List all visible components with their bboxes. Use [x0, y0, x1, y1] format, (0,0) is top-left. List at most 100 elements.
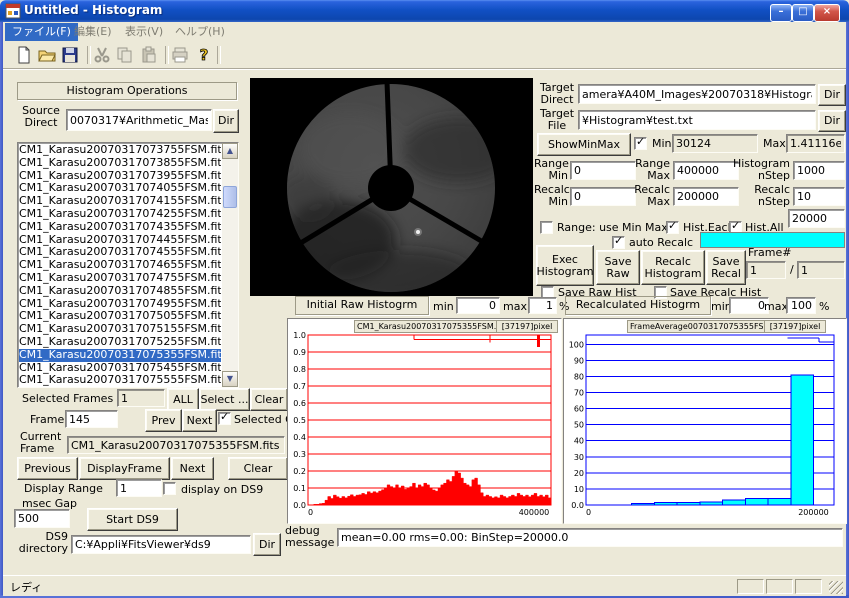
recalc-min-header-input[interactable] — [729, 297, 769, 314]
recalc-max-header-input[interactable] — [786, 297, 816, 314]
save-recal-button[interactable]: Save Recal — [706, 250, 746, 285]
open-folder-icon[interactable] — [38, 46, 56, 64]
target-direct-input[interactable] — [578, 84, 816, 104]
display-frame-button[interactable]: DisplayFrame — [79, 457, 170, 480]
close-button[interactable]: × — [814, 4, 840, 22]
clear-selection-button[interactable]: Clear — [250, 388, 288, 411]
recalc-nstep-input[interactable] — [793, 187, 845, 206]
target-direct-dir-button[interactable]: Dir — [818, 84, 846, 106]
prev-frame-button[interactable]: Prev — [145, 409, 182, 432]
selected-only-checkbox[interactable] — [218, 412, 231, 425]
copy-icon[interactable] — [116, 46, 134, 64]
target-direct-label: Target Direct — [538, 82, 576, 106]
show-minmax-button[interactable]: ShowMinMax — [537, 133, 631, 156]
current-frame-label: Current Frame — [20, 431, 66, 455]
svg-text:100: 100 — [569, 340, 584, 349]
file-list-scrollbar[interactable]: ▲ ▼ — [222, 143, 238, 387]
save-icon[interactable] — [61, 46, 79, 64]
file-list-item[interactable]: CM1_Karasu20070317074755FSM.fits — [19, 272, 221, 285]
frame-number-input[interactable] — [65, 410, 118, 428]
ds9-directory-input[interactable] — [71, 535, 251, 554]
hist-each-checkbox[interactable] — [666, 221, 679, 234]
frame-counter-separator: / — [790, 263, 794, 276]
target-file-input[interactable] — [578, 110, 816, 130]
paste-icon[interactable] — [140, 46, 158, 64]
svg-text:0.6: 0.6 — [293, 399, 306, 408]
svg-text:30: 30 — [574, 453, 584, 462]
file-list-item[interactable]: CM1_Karasu20070317073855FSM.fits — [19, 157, 221, 170]
menu-view[interactable]: 表示(V) — [118, 23, 170, 41]
display-range-label: Display Range — [24, 482, 103, 495]
save-raw-button[interactable]: Save Raw — [596, 250, 640, 285]
toolbar-separator — [217, 46, 221, 64]
print-icon[interactable] — [171, 46, 189, 64]
source-dir-button[interactable]: Dir — [213, 109, 239, 133]
file-list-item[interactable]: CM1_Karasu20070317074255FSM.fits — [19, 208, 221, 221]
menu-help[interactable]: ヘルプ(H) — [168, 23, 232, 41]
cut-icon[interactable] — [93, 46, 111, 64]
range-use-minmax-label: Range: use Min Max — [557, 221, 668, 234]
help-icon[interactable]: ? — [195, 46, 213, 64]
status-bar: レディ — [3, 575, 846, 596]
clear-display-button[interactable]: Clear — [228, 457, 288, 480]
file-list-item[interactable]: CM1_Karasu20070317074355FSM.fits — [19, 221, 221, 234]
menu-edit[interactable]: 編集(E) — [67, 23, 119, 41]
msec-gap-input[interactable] — [14, 509, 70, 528]
ds9-directory-label: DS9 directory — [18, 531, 68, 555]
recalc-min-input[interactable] — [570, 187, 636, 206]
min-value[interactable] — [672, 134, 758, 153]
display-range-input[interactable] — [116, 479, 162, 497]
frame-counter-value[interactable] — [746, 261, 786, 279]
scroll-thumb[interactable] — [223, 186, 237, 208]
show-minmax-checkbox[interactable] — [634, 137, 647, 150]
app-icon — [5, 3, 21, 19]
debug-message-value[interactable] — [337, 528, 843, 547]
range-use-minmax-checkbox[interactable] — [540, 221, 553, 234]
file-list-item[interactable]: CM1_Karasu20070317075255FSM.fits — [19, 336, 221, 349]
file-list-item[interactable]: CM1_Karasu20070317075355FSM.fits — [19, 349, 221, 362]
status-panel — [766, 579, 793, 594]
scroll-up-icon[interactable]: ▲ — [222, 143, 238, 159]
menu-bar: ファイル(F) 編集(E) 表示(V) ヘルプ(H) — [3, 22, 846, 42]
svg-text:0.5: 0.5 — [293, 416, 306, 425]
raw-min-input[interactable] — [456, 297, 500, 314]
start-ds9-button[interactable]: Start DS9 — [87, 508, 178, 531]
file-list-item[interactable]: CM1_Karasu20070317075555FSM.fits — [19, 374, 221, 386]
selected-frames-value[interactable] — [117, 389, 165, 407]
display-on-ds9-checkbox[interactable] — [163, 482, 176, 495]
auto-recalc-checkbox[interactable] — [612, 236, 625, 249]
minimize-button[interactable]: – — [770, 4, 792, 22]
next-frame-button[interactable]: Next — [182, 409, 217, 432]
scroll-down-icon[interactable]: ▼ — [222, 371, 238, 387]
source-direct-input[interactable] — [66, 109, 212, 131]
svg-text:0: 0 — [586, 508, 591, 517]
recalc-percent-label: % — [819, 300, 829, 313]
bin-step-value[interactable] — [788, 209, 845, 228]
svg-text:0.4: 0.4 — [293, 433, 306, 442]
recalc-histogram-button[interactable]: Recalc Histogram — [641, 250, 705, 285]
resize-grip-icon[interactable] — [829, 581, 843, 594]
next-display-button[interactable]: Next — [171, 457, 214, 480]
maximize-button[interactable]: □ — [792, 4, 814, 22]
select-button[interactable]: Select ... — [199, 388, 250, 411]
max-value[interactable] — [786, 134, 845, 153]
file-list[interactable]: CM1_Karasu20070317073755FSM.fitsCM1_Kara… — [17, 142, 239, 388]
previous-button[interactable]: Previous — [17, 457, 78, 480]
new-file-icon[interactable] — [15, 46, 33, 64]
raw-max-input[interactable] — [528, 297, 557, 314]
all-button[interactable]: ALL — [167, 388, 199, 411]
histogram-nstep-input[interactable] — [793, 161, 845, 180]
display-on-ds9-label: display on DS9 — [181, 483, 263, 496]
file-list-item[interactable]: CM1_Karasu20070317074855FSM.fits — [19, 285, 221, 298]
current-frame-value[interactable] — [67, 436, 285, 454]
app-window: Untitled - Histogram – □ × ファイル(F) 編集(E)… — [0, 0, 849, 598]
range-min-input[interactable] — [570, 161, 636, 180]
file-list-item[interactable]: CM1_Karasu20070317073755FSM.fits — [19, 144, 221, 157]
frame-total-value[interactable] — [797, 261, 845, 279]
exec-histogram-button[interactable]: Exec Histogram — [536, 245, 594, 286]
recalc-max-input[interactable] — [673, 187, 739, 206]
recalc-max-label: Recalc Max — [634, 184, 670, 208]
ds9-dir-button[interactable]: Dir — [253, 533, 281, 556]
target-file-dir-button[interactable]: Dir — [818, 110, 846, 132]
svg-text:?: ? — [200, 46, 209, 64]
